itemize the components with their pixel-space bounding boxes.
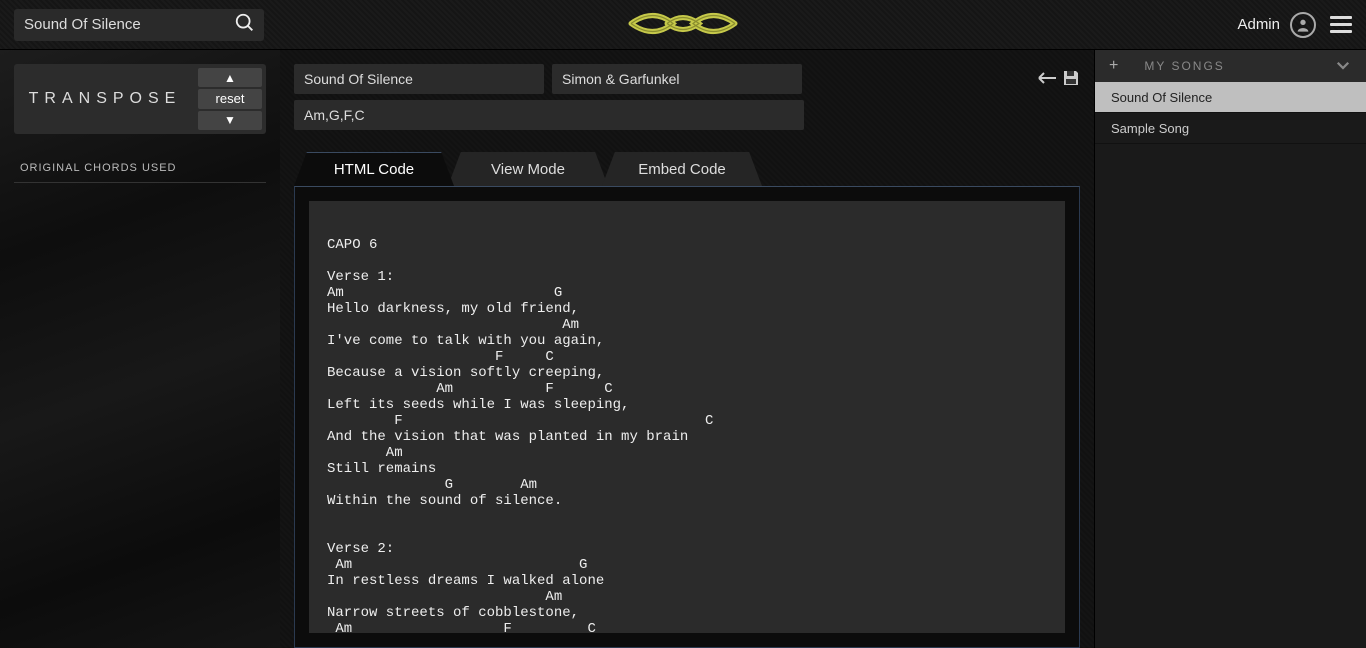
transpose-buttons: ▲ reset ▼ bbox=[198, 68, 262, 130]
chevron-down-icon[interactable] bbox=[1334, 56, 1352, 77]
song-chords-input[interactable] bbox=[294, 100, 804, 130]
tab-html-code[interactable]: HTML Code bbox=[294, 152, 454, 186]
transpose-box: TRANSPOSE ▲ reset ▼ bbox=[14, 64, 266, 134]
tabs: HTML CodeView ModeEmbed Code bbox=[294, 152, 1080, 186]
inputs-row-2 bbox=[294, 100, 1080, 130]
save-floppy-icon[interactable] bbox=[1062, 69, 1080, 90]
original-chords-label: ORIGINAL CHORDS USED bbox=[20, 162, 266, 174]
transpose-up-button[interactable]: ▲ bbox=[198, 68, 262, 87]
songs-list: Sound Of SilenceSample Song bbox=[1095, 82, 1366, 144]
editor-frame: CAPO 6 Verse 1: Am G Hello darkness, my … bbox=[294, 186, 1080, 648]
search-input[interactable] bbox=[24, 16, 234, 33]
divider bbox=[14, 182, 266, 183]
tab-embed-code[interactable]: Embed Code bbox=[602, 152, 762, 186]
search-icon[interactable] bbox=[234, 12, 256, 37]
transpose-down-button[interactable]: ▼ bbox=[198, 111, 262, 130]
main-panel: HTML CodeView ModeEmbed Code CAPO 6 Vers… bbox=[280, 50, 1094, 648]
sidebar-right: + MY SONGS Sound Of SilenceSample Song bbox=[1094, 50, 1366, 648]
user-avatar-icon[interactable] bbox=[1290, 12, 1316, 38]
my-songs-header: + MY SONGS bbox=[1095, 50, 1366, 82]
song-title-input[interactable] bbox=[294, 64, 544, 94]
add-song-button[interactable]: + bbox=[1109, 57, 1120, 75]
topbar-right: Admin bbox=[1237, 12, 1352, 38]
logo-knot-icon bbox=[623, 5, 743, 44]
top-bar: Admin bbox=[0, 0, 1366, 50]
tab-view-mode[interactable]: View Mode bbox=[448, 152, 608, 186]
search-wrap bbox=[14, 9, 264, 41]
song-item[interactable]: Sound Of Silence bbox=[1095, 82, 1366, 113]
sidebar-left: TRANSPOSE ▲ reset ▼ ORIGINAL CHORDS USED bbox=[0, 50, 280, 648]
editor-scroll[interactable]: CAPO 6 Verse 1: Am G Hello darkness, my … bbox=[309, 201, 1065, 633]
song-artist-input[interactable] bbox=[552, 64, 802, 94]
back-arrow-icon[interactable] bbox=[1036, 71, 1056, 88]
save-controls bbox=[1036, 64, 1080, 94]
my-songs-label: MY SONGS bbox=[1144, 59, 1224, 73]
hamburger-menu-icon[interactable] bbox=[1330, 16, 1352, 33]
song-item[interactable]: Sample Song bbox=[1095, 113, 1366, 144]
inputs-row-1 bbox=[294, 64, 1080, 94]
admin-label: Admin bbox=[1237, 16, 1280, 33]
editor-content[interactable]: CAPO 6 Verse 1: Am G Hello darkness, my … bbox=[327, 221, 1047, 633]
transpose-label: TRANSPOSE bbox=[18, 68, 192, 130]
layout: TRANSPOSE ▲ reset ▼ ORIGINAL CHORDS USED bbox=[0, 50, 1366, 648]
transpose-reset-button[interactable]: reset bbox=[198, 89, 262, 108]
